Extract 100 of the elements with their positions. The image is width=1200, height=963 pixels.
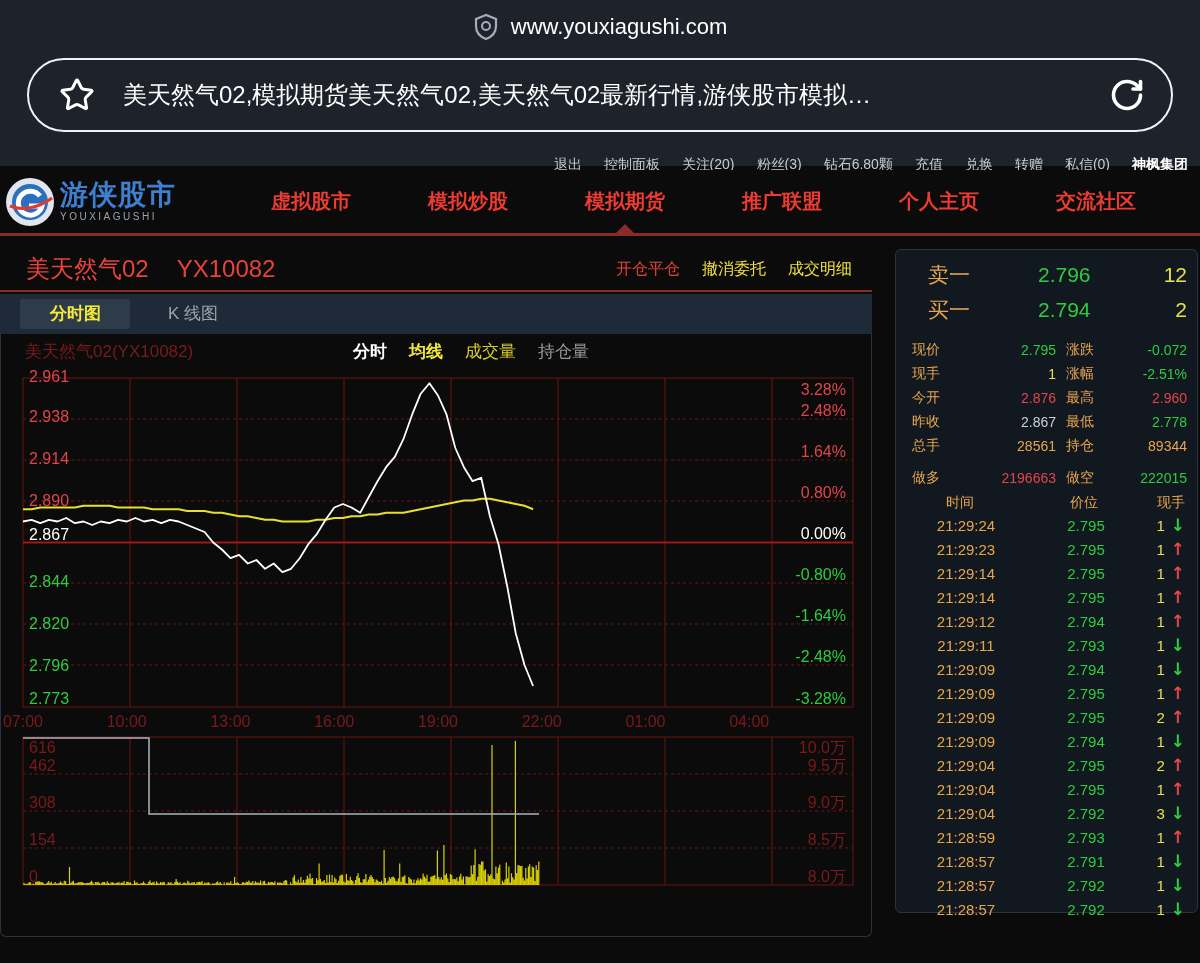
trade-volume: 1 <box>1156 516 1165 534</box>
time-axis-label: 22:00 <box>521 713 562 730</box>
nav-item[interactable]: 交流社区 <box>1017 170 1174 233</box>
trade-volume: 1 <box>1156 612 1165 630</box>
reload-icon[interactable] <box>1109 77 1145 113</box>
position-label: 做空 <box>1066 469 1095 487</box>
percent-axis-label: -2.48% <box>795 648 846 665</box>
column-header: 价位 <box>1069 494 1099 512</box>
stat-label: 持仓 <box>1066 437 1095 455</box>
chart-title: 美天然气02(YX10082) <box>25 340 195 363</box>
trade-price: 2.794 <box>1066 660 1106 678</box>
trade-price: 2.795 <box>1066 684 1106 702</box>
trade-time: 21:29:04 <box>935 804 997 822</box>
book-price: 2.796 <box>1038 262 1092 287</box>
stat-value: -0.072 <box>1146 342 1187 358</box>
trade-direction-arrow: ↑ <box>1170 612 1185 630</box>
trade-volume: 1 <box>1156 660 1165 678</box>
book-volume: 2 <box>1174 297 1187 322</box>
trade-direction-arrow: ↓ <box>1170 900 1185 918</box>
action-link[interactable]: 开仓平仓 <box>616 258 680 280</box>
trade-direction-arrow: ↓ <box>1170 636 1185 654</box>
volume-axis-label: 616 <box>29 739 56 756</box>
trade-price: 2.791 <box>1066 852 1106 870</box>
trade-price: 2.793 <box>1066 636 1106 654</box>
stat-value: 2.778 <box>1150 414 1187 430</box>
price-axis-label: 2.844 <box>29 572 70 590</box>
position-value: 222015 <box>1139 470 1187 486</box>
book-label: 卖一 <box>928 261 971 288</box>
trade-volume: 1 <box>1156 564 1165 582</box>
trade-direction-arrow: ↑ <box>1170 708 1185 726</box>
stat-label: 最高 <box>1066 389 1095 407</box>
instrument-code: YX10082 <box>176 255 276 283</box>
stat-label: 现手 <box>912 365 941 383</box>
trade-volume: 2 <box>1156 756 1165 774</box>
open-interest-axis-label: 8.0万 <box>807 868 846 885</box>
action-link[interactable]: 撤消委托 <box>702 258 766 280</box>
trade-direction-arrow: ↑ <box>1170 828 1185 846</box>
url-text: www.youxiagushi.com <box>510 14 728 40</box>
open-interest-axis-label: 9.5万 <box>807 757 846 774</box>
nav-item[interactable]: 个人主页 <box>860 170 1017 233</box>
chart-tab[interactable]: 分时图 <box>20 299 130 329</box>
trade-direction-arrow: ↓ <box>1170 876 1185 894</box>
volume-axis-label: 462 <box>29 757 56 774</box>
trade-price: 2.795 <box>1066 540 1106 558</box>
trade-time: 21:29:09 <box>935 660 997 678</box>
time-axis-label: 01:00 <box>625 713 666 730</box>
trade-time: 21:28:57 <box>935 876 997 894</box>
legend-item: 分时 <box>353 340 387 363</box>
stat-label: 现价 <box>912 341 941 359</box>
percent-axis-label: 3.28% <box>800 381 846 398</box>
trade-price: 2.794 <box>1066 612 1106 630</box>
shield-icon <box>472 13 499 41</box>
time-axis-label: 19:00 <box>418 713 458 730</box>
stat-value: 2.876 <box>1019 390 1056 406</box>
stat-label: 涨跌 <box>1066 341 1095 359</box>
price-axis-label: 2.867 <box>29 525 70 543</box>
trade-volume: 1 <box>1156 852 1165 870</box>
trade-direction-arrow: ↑ <box>1170 780 1185 798</box>
percent-axis-label: -0.80% <box>795 566 846 583</box>
price-axis-label: 2.820 <box>29 614 70 632</box>
price-axis-label: 2.890 <box>29 492 70 510</box>
nav-item[interactable]: 虚拟股市 <box>232 170 389 233</box>
time-axis-label: 13:00 <box>210 713 251 730</box>
stat-value: 2.795 <box>1019 342 1056 358</box>
nav-item[interactable]: 模拟期货 <box>546 170 703 233</box>
time-axis-label: 04:00 <box>729 713 770 730</box>
trade-time: 21:29:11 <box>936 636 996 654</box>
time-axis-label: 07:00 <box>3 713 43 730</box>
trade-time: 21:28:59 <box>935 828 997 846</box>
open-interest-axis-label: 10.0万 <box>798 739 846 756</box>
action-link[interactable]: 成交明细 <box>788 258 852 280</box>
percent-axis-label: -3.28% <box>795 690 846 707</box>
column-header: 时间 <box>945 494 975 512</box>
trade-price: 2.792 <box>1066 804 1106 822</box>
address-field[interactable]: 美天然气02,模拟期货美天然气02,美天然气02最新行情,游侠股市模拟… <box>27 58 1173 132</box>
chart-tab[interactable]: K 线图 <box>138 299 248 329</box>
price-axis-label: 2.961 <box>29 368 70 386</box>
trade-time: 21:28:57 <box>935 852 997 870</box>
price-axis-label: 2.938 <box>29 408 70 426</box>
trade-volume: 3 <box>1156 804 1165 822</box>
percent-axis-label: -1.64% <box>795 607 846 624</box>
trade-volume: 1 <box>1156 588 1165 606</box>
nav-item[interactable]: 模拟炒股 <box>389 170 546 233</box>
nav-item[interactable]: 推广联盟 <box>703 170 860 233</box>
trade-direction-arrow: ↓ <box>1170 852 1185 870</box>
trade-time: 21:29:04 <box>935 756 997 774</box>
percent-axis-label: 2.48% <box>800 402 846 419</box>
column-header: 现手 <box>1155 494 1186 512</box>
trade-time: 21:29:09 <box>935 684 997 702</box>
volume-axis-label: 0 <box>29 868 38 885</box>
trade-price: 2.795 <box>1066 564 1106 582</box>
trade-direction-arrow: ↑ <box>1170 756 1185 774</box>
trade-price: 2.795 <box>1066 516 1106 534</box>
time-axis-label: 16:00 <box>314 713 355 730</box>
star-icon[interactable] <box>59 77 95 113</box>
legend-item: 均线 <box>409 340 443 363</box>
open-interest-axis-label: 8.5万 <box>807 831 846 848</box>
trade-price: 2.795 <box>1066 780 1106 798</box>
trade-price: 2.794 <box>1066 732 1106 750</box>
stat-label: 今开 <box>912 389 941 407</box>
